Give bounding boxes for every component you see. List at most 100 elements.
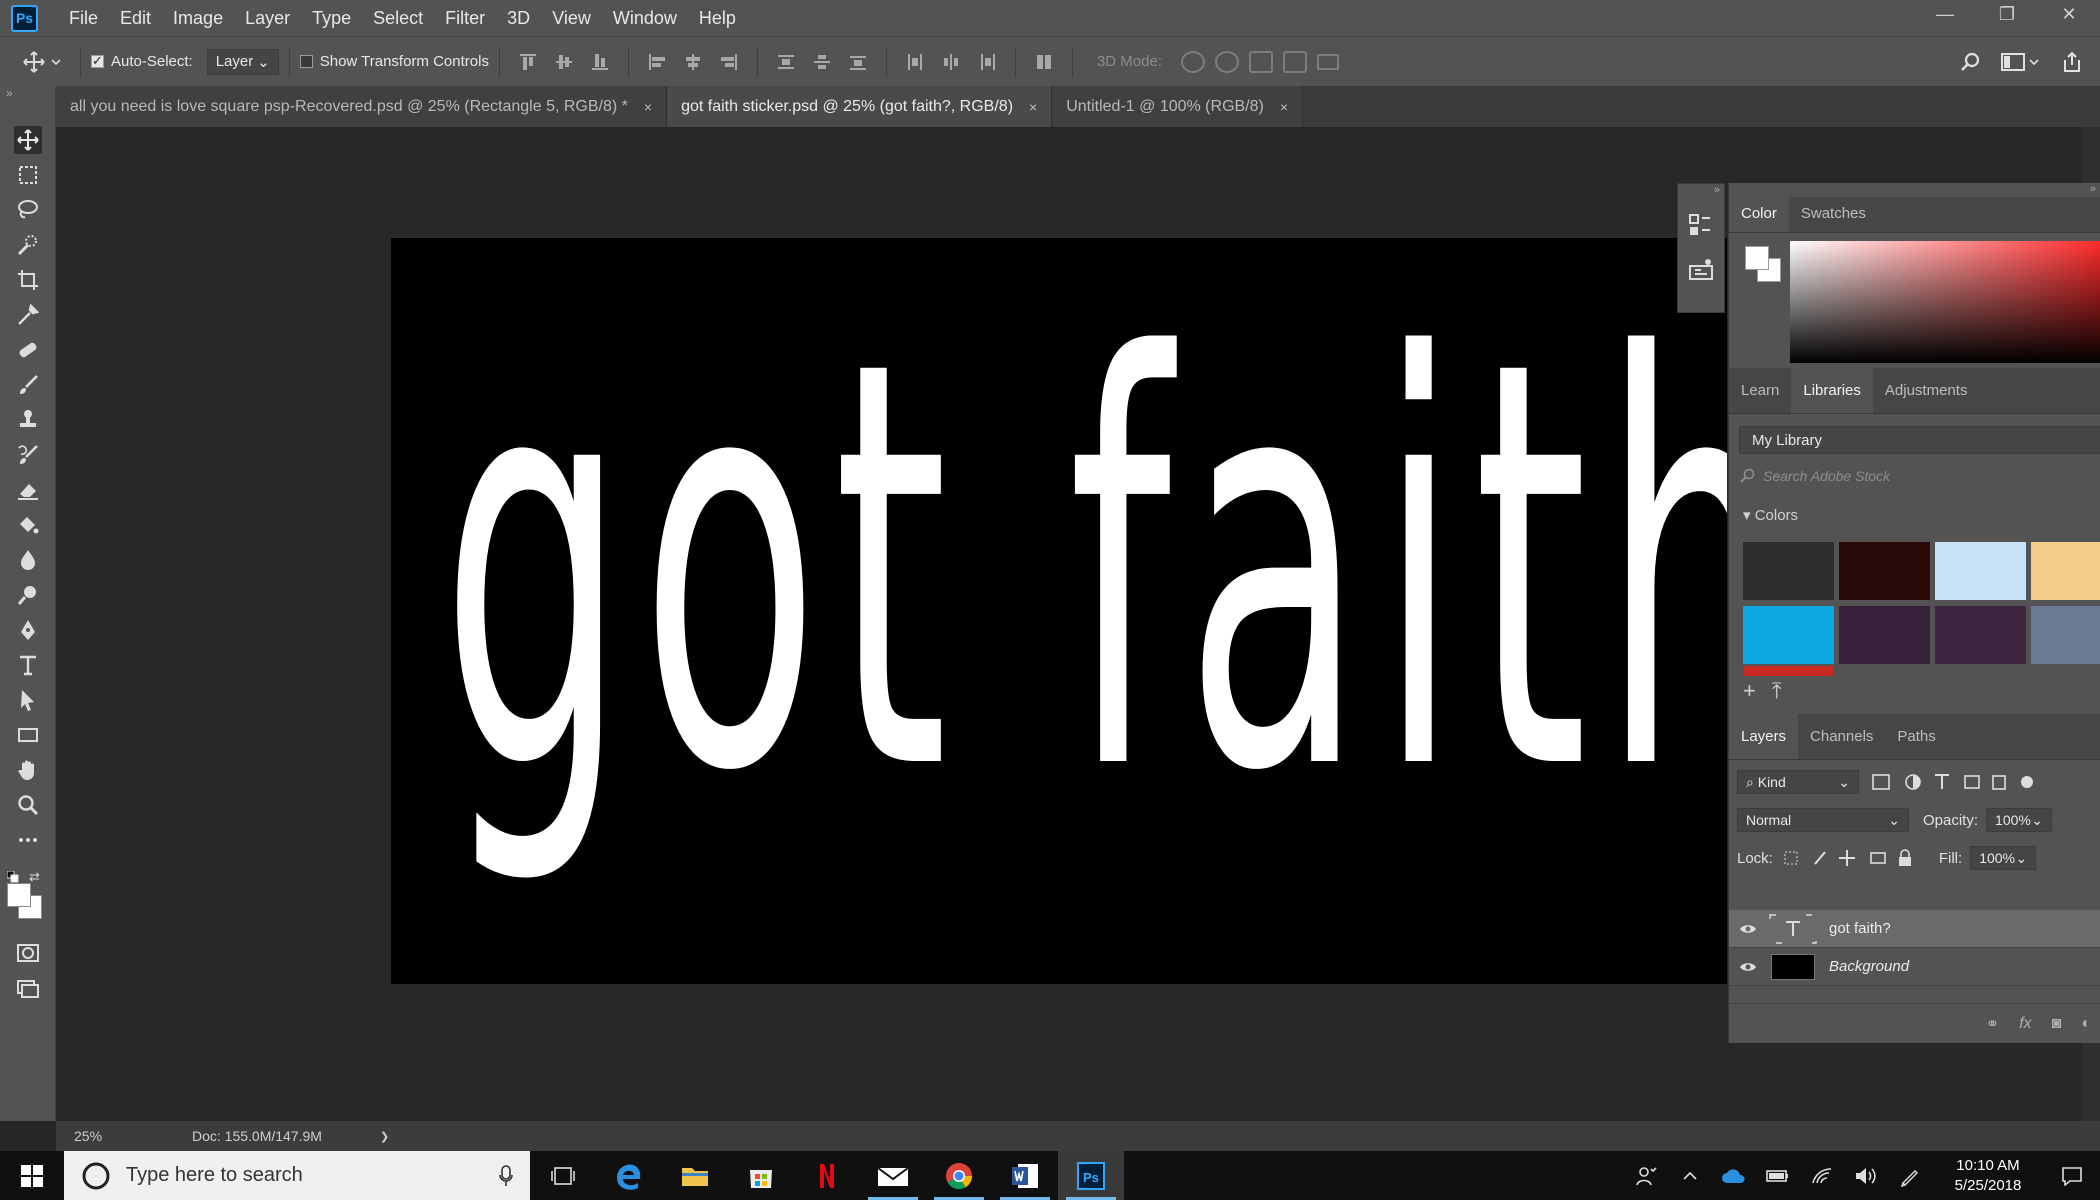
library-color-swatch[interactable]: [1743, 542, 1834, 600]
align-vcenter-icon[interactable]: [554, 52, 574, 72]
align-bottom-icon[interactable]: [590, 52, 610, 72]
more-tools-icon[interactable]: [14, 826, 42, 854]
3d-slide-icon[interactable]: [1283, 50, 1307, 73]
show-transform-checkbox[interactable]: [299, 55, 313, 68]
hand-tool-icon[interactable]: [14, 756, 42, 784]
wifi-icon[interactable]: [1800, 1167, 1844, 1185]
foreground-color-swatch[interactable]: [7, 883, 31, 907]
tab-learn[interactable]: Learn: [1729, 367, 1791, 413]
tab-adjustments[interactable]: Adjustments: [1873, 367, 1980, 413]
type-tool-icon[interactable]: [14, 651, 42, 679]
quick-mask-icon[interactable]: [14, 939, 42, 967]
add-element-icon[interactable]: +: [1743, 678, 1756, 704]
library-color-swatch[interactable]: [2031, 542, 2100, 600]
share-icon[interactable]: [2050, 51, 2094, 73]
library-color-swatch[interactable]: [1839, 542, 1930, 600]
color-foreground-swatch[interactable]: [1745, 246, 1769, 270]
3d-roll-icon[interactable]: [1215, 50, 1239, 73]
path-selection-tool-icon[interactable]: [14, 686, 42, 714]
close-button[interactable]: ✕: [2038, 0, 2100, 28]
taskbar-search-box[interactable]: Type here to search: [64, 1151, 530, 1200]
adjustment-layer-icon[interactable]: ◐: [2081, 1015, 2091, 1033]
task-view-icon[interactable]: [530, 1151, 596, 1200]
eyedropper-tool-icon[interactable]: [14, 301, 42, 329]
swap-colors-icon[interactable]: ⇄: [29, 869, 43, 884]
tab-close-icon[interactable]: ×: [1280, 99, 1288, 115]
tab-close-icon[interactable]: ×: [1029, 99, 1037, 115]
fill-input[interactable]: 100% ⌄: [1970, 846, 2037, 870]
people-icon[interactable]: [1624, 1165, 1668, 1187]
tab-swatches[interactable]: Swatches: [1789, 196, 1878, 232]
layer-style-icon[interactable]: fx: [2019, 1015, 2031, 1033]
blend-mode-dropdown[interactable]: Normal ⌄: [1737, 808, 1909, 832]
auto-select-checkbox[interactable]: [91, 53, 104, 69]
distribute-left-icon[interactable]: [905, 52, 925, 72]
action-center-icon[interactable]: [2044, 1166, 2100, 1186]
windows-start-icon[interactable]: [0, 1151, 64, 1200]
canvas-text-layer[interactable]: got faith?: [441, 288, 1727, 848]
mail-icon[interactable]: [860, 1151, 926, 1200]
marquee-tool-icon[interactable]: [14, 161, 42, 189]
minimize-button[interactable]: —: [1914, 0, 1976, 28]
distribute-hcenter-icon[interactable]: [941, 52, 961, 72]
history-panel-icon[interactable]: [1686, 210, 1716, 240]
distribute-right-icon[interactable]: [977, 52, 997, 72]
netflix-icon[interactable]: [794, 1151, 860, 1200]
battery-icon[interactable]: [1756, 1169, 1800, 1183]
layer-filter-icons[interactable]: [1869, 770, 2089, 794]
pen-workspace-icon[interactable]: [1888, 1165, 1932, 1187]
zoom-tool-icon[interactable]: [14, 791, 42, 819]
align-top-icon[interactable]: [518, 52, 538, 72]
3d-scale-icon[interactable]: [1317, 53, 1339, 70]
edge-browser-icon[interactable]: [596, 1151, 662, 1200]
volume-icon[interactable]: [1844, 1166, 1888, 1186]
auto-select-target-dropdown[interactable]: Layer ⌄: [206, 48, 279, 75]
collapse-toolbar-icon[interactable]: »: [6, 86, 13, 100]
visibility-eye-icon[interactable]: [1733, 961, 1763, 973]
layer-row[interactable]: Background: [1729, 948, 2100, 986]
colors-section-header[interactable]: ▾ Colors: [1743, 506, 1798, 524]
library-select[interactable]: My Library: [1739, 426, 2100, 454]
3d-orbit-icon[interactable]: [1181, 50, 1205, 73]
document-tab[interactable]: Untitled-1 @ 100% (RGB/8) ×: [1052, 86, 1304, 127]
tab-color[interactable]: Color: [1729, 196, 1789, 232]
library-color-swatch[interactable]: [1839, 606, 1930, 664]
tab-paths[interactable]: Paths: [1885, 713, 1947, 759]
menu-image[interactable]: Image: [162, 0, 234, 36]
search-icon[interactable]: [1950, 51, 1990, 73]
dodge-tool-icon[interactable]: [14, 581, 42, 609]
file-explorer-icon[interactable]: [662, 1151, 728, 1200]
rectangle-tool-icon[interactable]: [14, 721, 42, 749]
menu-window[interactable]: Window: [602, 0, 688, 36]
workspace-icon[interactable]: [1990, 51, 2050, 73]
microphone-icon[interactable]: [498, 1164, 514, 1188]
expand-panels-icon[interactable]: »: [1678, 184, 1724, 198]
properties-panel-icon[interactable]: [1686, 254, 1716, 284]
tab-libraries[interactable]: Libraries: [1791, 367, 1873, 413]
eraser-tool-icon[interactable]: [14, 476, 42, 504]
photoshop-taskbar-icon[interactable]: Ps: [1058, 1151, 1124, 1200]
library-color-swatch[interactable]: [1935, 606, 2026, 664]
upload-icon[interactable]: ⤒: [1772, 678, 1782, 704]
onedrive-icon[interactable]: [1712, 1168, 1756, 1184]
tab-channels[interactable]: Channels: [1798, 713, 1885, 759]
status-menu-arrow-icon[interactable]: ❯: [380, 1130, 389, 1143]
clone-stamp-tool-icon[interactable]: [14, 406, 42, 434]
chrome-icon[interactable]: [926, 1151, 992, 1200]
distribute-top-icon[interactable]: [776, 52, 796, 72]
document-tab-active[interactable]: got faith sticker.psd @ 25% (got faith?,…: [667, 86, 1053, 127]
tab-layers[interactable]: Layers: [1729, 713, 1799, 759]
auto-align-layers-icon[interactable]: [1034, 52, 1054, 72]
brush-tool-icon[interactable]: [14, 371, 42, 399]
menu-layer[interactable]: Layer: [234, 0, 301, 36]
library-color-swatch[interactable]: [1743, 666, 1834, 676]
chevron-up-icon[interactable]: [1668, 1171, 1712, 1181]
3d-pan-icon[interactable]: [1249, 50, 1273, 73]
lock-options-icons[interactable]: [1781, 846, 1921, 870]
menu-help[interactable]: Help: [688, 0, 747, 36]
visibility-eye-icon[interactable]: [1733, 923, 1763, 935]
align-right-icon[interactable]: [719, 52, 739, 72]
distribute-bottom-icon[interactable]: [848, 52, 868, 72]
paint-bucket-tool-icon[interactable]: [14, 511, 42, 539]
library-color-swatch[interactable]: [2031, 606, 2100, 664]
